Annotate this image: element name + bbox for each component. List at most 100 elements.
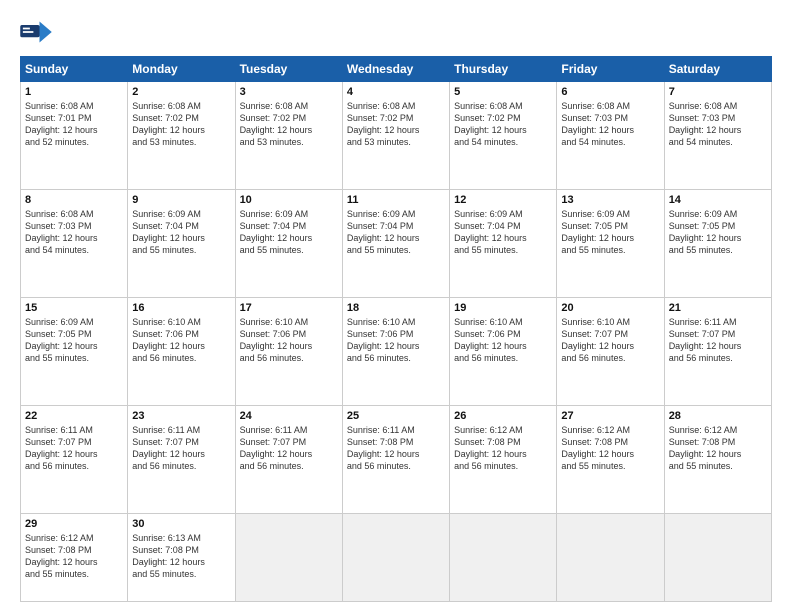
calendar-cell: 29 Sunrise: 6:12 AMSunset: 7:08 PMDayligh… xyxy=(21,513,128,601)
day-number: 6 xyxy=(561,86,659,98)
calendar-cell: 27 Sunrise: 6:12 AMSunset: 7:08 PMDayligh… xyxy=(557,405,664,513)
calendar-cell xyxy=(664,513,771,601)
calendar-cell: 23 Sunrise: 6:11 AMSunset: 7:07 PMDayligh… xyxy=(128,405,235,513)
calendar-cell: 9 Sunrise: 6:09 AMSunset: 7:04 PMDaylight… xyxy=(128,189,235,297)
calendar-cell: 18 Sunrise: 6:10 AMSunset: 7:06 PMDayligh… xyxy=(342,297,449,405)
week-row-1: 1 Sunrise: 6:08 AMSunset: 7:01 PMDaylight… xyxy=(21,82,772,190)
cell-info: Sunrise: 6:09 AMSunset: 7:05 PMDaylight:… xyxy=(669,208,767,257)
cell-info: Sunrise: 6:09 AMSunset: 7:04 PMDaylight:… xyxy=(240,208,338,257)
week-row-4: 22 Sunrise: 6:11 AMSunset: 7:07 PMDayligh… xyxy=(21,405,772,513)
weekday-header-tuesday: Tuesday xyxy=(235,57,342,82)
logo xyxy=(20,18,56,46)
weekday-header-row: SundayMondayTuesdayWednesdayThursdayFrid… xyxy=(21,57,772,82)
day-number: 29 xyxy=(25,518,123,530)
cell-info: Sunrise: 6:11 AMSunset: 7:08 PMDaylight:… xyxy=(347,424,445,473)
day-number: 8 xyxy=(25,194,123,206)
day-number: 1 xyxy=(25,86,123,98)
calendar-cell: 19 Sunrise: 6:10 AMSunset: 7:06 PMDayligh… xyxy=(450,297,557,405)
weekday-header-wednesday: Wednesday xyxy=(342,57,449,82)
day-number: 21 xyxy=(669,302,767,314)
day-number: 7 xyxy=(669,86,767,98)
weekday-header-thursday: Thursday xyxy=(450,57,557,82)
cell-info: Sunrise: 6:08 AMSunset: 7:03 PMDaylight:… xyxy=(561,100,659,149)
day-number: 11 xyxy=(347,194,445,206)
weekday-header-sunday: Sunday xyxy=(21,57,128,82)
cell-info: Sunrise: 6:08 AMSunset: 7:02 PMDaylight:… xyxy=(240,100,338,149)
weekday-header-monday: Monday xyxy=(128,57,235,82)
cell-info: Sunrise: 6:11 AMSunset: 7:07 PMDaylight:… xyxy=(25,424,123,473)
calendar-cell xyxy=(450,513,557,601)
day-number: 17 xyxy=(240,302,338,314)
cell-info: Sunrise: 6:08 AMSunset: 7:02 PMDaylight:… xyxy=(347,100,445,149)
cell-info: Sunrise: 6:08 AMSunset: 7:03 PMDaylight:… xyxy=(669,100,767,149)
day-number: 5 xyxy=(454,86,552,98)
calendar-cell: 3 Sunrise: 6:08 AMSunset: 7:02 PMDaylight… xyxy=(235,82,342,190)
day-number: 20 xyxy=(561,302,659,314)
day-number: 12 xyxy=(454,194,552,206)
calendar-cell: 21 Sunrise: 6:11 AMSunset: 7:07 PMDayligh… xyxy=(664,297,771,405)
day-number: 27 xyxy=(561,410,659,422)
day-number: 9 xyxy=(132,194,230,206)
cell-info: Sunrise: 6:10 AMSunset: 7:07 PMDaylight:… xyxy=(561,316,659,365)
calendar-cell: 12 Sunrise: 6:09 AMSunset: 7:04 PMDayligh… xyxy=(450,189,557,297)
cell-info: Sunrise: 6:13 AMSunset: 7:08 PMDaylight:… xyxy=(132,532,230,581)
calendar-cell: 1 Sunrise: 6:08 AMSunset: 7:01 PMDaylight… xyxy=(21,82,128,190)
calendar-cell: 10 Sunrise: 6:09 AMSunset: 7:04 PMDayligh… xyxy=(235,189,342,297)
calendar-cell: 16 Sunrise: 6:10 AMSunset: 7:06 PMDayligh… xyxy=(128,297,235,405)
cell-info: Sunrise: 6:12 AMSunset: 7:08 PMDaylight:… xyxy=(454,424,552,473)
day-number: 25 xyxy=(347,410,445,422)
cell-info: Sunrise: 6:12 AMSunset: 7:08 PMDaylight:… xyxy=(669,424,767,473)
cell-info: Sunrise: 6:09 AMSunset: 7:05 PMDaylight:… xyxy=(561,208,659,257)
day-number: 3 xyxy=(240,86,338,98)
cell-info: Sunrise: 6:08 AMSunset: 7:02 PMDaylight:… xyxy=(132,100,230,149)
calendar-cell: 24 Sunrise: 6:11 AMSunset: 7:07 PMDayligh… xyxy=(235,405,342,513)
calendar-cell: 26 Sunrise: 6:12 AMSunset: 7:08 PMDayligh… xyxy=(450,405,557,513)
day-number: 15 xyxy=(25,302,123,314)
day-number: 30 xyxy=(132,518,230,530)
day-number: 24 xyxy=(240,410,338,422)
cell-info: Sunrise: 6:08 AMSunset: 7:01 PMDaylight:… xyxy=(25,100,123,149)
day-number: 16 xyxy=(132,302,230,314)
week-row-2: 8 Sunrise: 6:08 AMSunset: 7:03 PMDaylight… xyxy=(21,189,772,297)
cell-info: Sunrise: 6:10 AMSunset: 7:06 PMDaylight:… xyxy=(240,316,338,365)
calendar-cell: 22 Sunrise: 6:11 AMSunset: 7:07 PMDayligh… xyxy=(21,405,128,513)
cell-info: Sunrise: 6:12 AMSunset: 7:08 PMDaylight:… xyxy=(25,532,123,581)
cell-info: Sunrise: 6:09 AMSunset: 7:04 PMDaylight:… xyxy=(454,208,552,257)
calendar-cell: 20 Sunrise: 6:10 AMSunset: 7:07 PMDayligh… xyxy=(557,297,664,405)
day-number: 19 xyxy=(454,302,552,314)
cell-info: Sunrise: 6:12 AMSunset: 7:08 PMDaylight:… xyxy=(561,424,659,473)
day-number: 4 xyxy=(347,86,445,98)
day-number: 23 xyxy=(132,410,230,422)
calendar-cell: 4 Sunrise: 6:08 AMSunset: 7:02 PMDaylight… xyxy=(342,82,449,190)
calendar-cell: 6 Sunrise: 6:08 AMSunset: 7:03 PMDaylight… xyxy=(557,82,664,190)
day-number: 18 xyxy=(347,302,445,314)
cell-info: Sunrise: 6:10 AMSunset: 7:06 PMDaylight:… xyxy=(132,316,230,365)
day-number: 2 xyxy=(132,86,230,98)
cell-info: Sunrise: 6:09 AMSunset: 7:05 PMDaylight:… xyxy=(25,316,123,365)
calendar-cell: 7 Sunrise: 6:08 AMSunset: 7:03 PMDaylight… xyxy=(664,82,771,190)
cell-info: Sunrise: 6:09 AMSunset: 7:04 PMDaylight:… xyxy=(132,208,230,257)
day-number: 10 xyxy=(240,194,338,206)
weekday-header-saturday: Saturday xyxy=(664,57,771,82)
cell-info: Sunrise: 6:08 AMSunset: 7:03 PMDaylight:… xyxy=(25,208,123,257)
cell-info: Sunrise: 6:09 AMSunset: 7:04 PMDaylight:… xyxy=(347,208,445,257)
week-row-5: 29 Sunrise: 6:12 AMSunset: 7:08 PMDayligh… xyxy=(21,513,772,601)
day-number: 13 xyxy=(561,194,659,206)
calendar-cell xyxy=(342,513,449,601)
calendar-cell: 2 Sunrise: 6:08 AMSunset: 7:02 PMDaylight… xyxy=(128,82,235,190)
cell-info: Sunrise: 6:08 AMSunset: 7:02 PMDaylight:… xyxy=(454,100,552,149)
day-number: 22 xyxy=(25,410,123,422)
cell-info: Sunrise: 6:11 AMSunset: 7:07 PMDaylight:… xyxy=(669,316,767,365)
calendar-cell xyxy=(235,513,342,601)
cell-info: Sunrise: 6:11 AMSunset: 7:07 PMDaylight:… xyxy=(240,424,338,473)
calendar-cell: 11 Sunrise: 6:09 AMSunset: 7:04 PMDayligh… xyxy=(342,189,449,297)
logo-icon xyxy=(20,18,52,46)
calendar-cell: 13 Sunrise: 6:09 AMSunset: 7:05 PMDayligh… xyxy=(557,189,664,297)
day-number: 14 xyxy=(669,194,767,206)
cell-info: Sunrise: 6:10 AMSunset: 7:06 PMDaylight:… xyxy=(454,316,552,365)
day-number: 26 xyxy=(454,410,552,422)
cell-info: Sunrise: 6:11 AMSunset: 7:07 PMDaylight:… xyxy=(132,424,230,473)
cell-info: Sunrise: 6:10 AMSunset: 7:06 PMDaylight:… xyxy=(347,316,445,365)
header xyxy=(20,18,772,46)
day-number: 28 xyxy=(669,410,767,422)
